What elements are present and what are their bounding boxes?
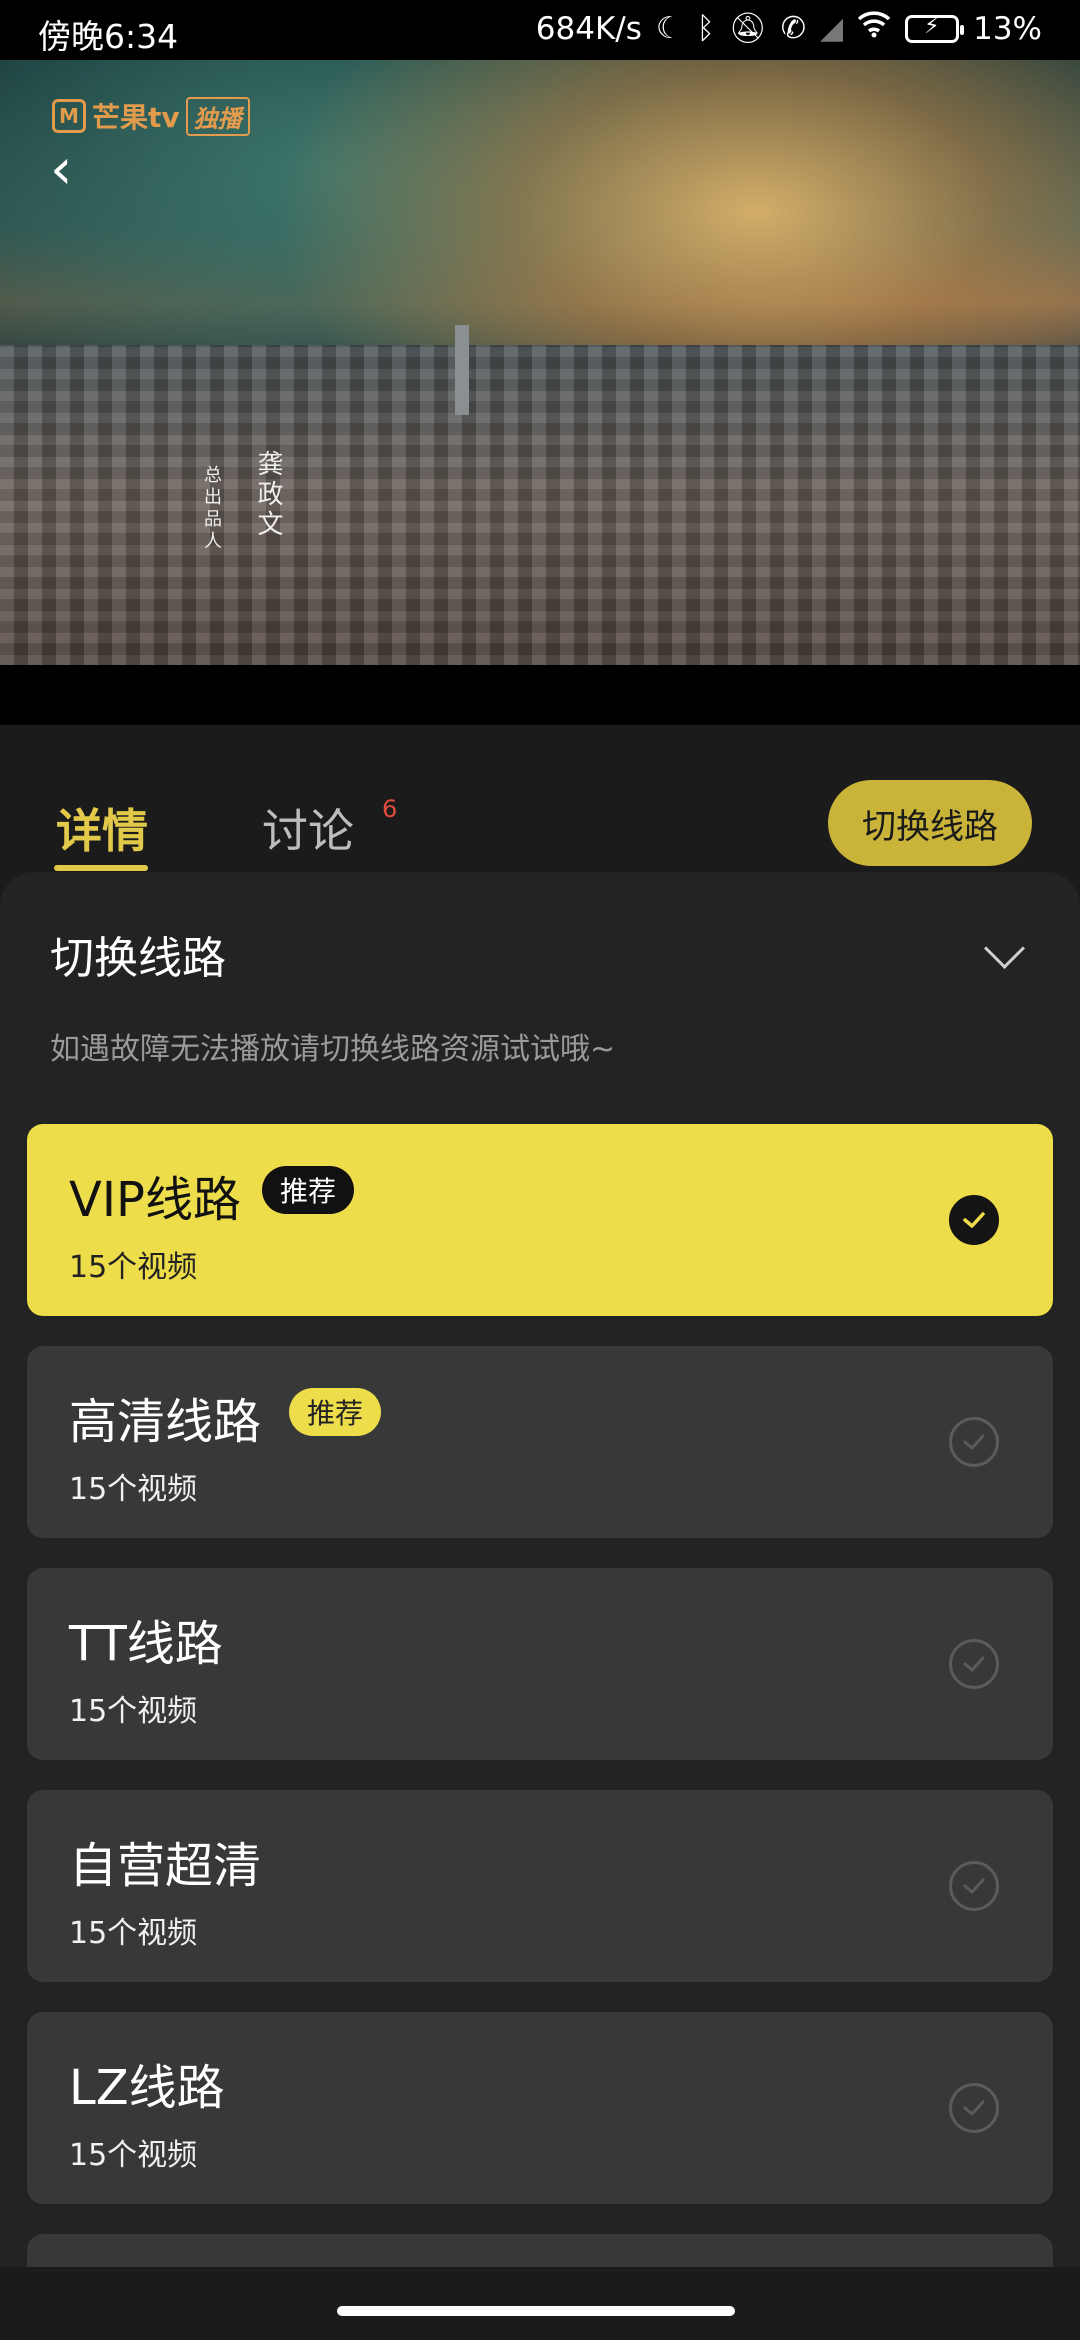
route-name: VIP线路 (69, 1172, 241, 1228)
route-item-hd[interactable]: 高清线路 推荐 15个视频 (27, 1346, 1053, 1538)
check-circle-icon (949, 1639, 999, 1689)
route-item-lz[interactable]: LZ线路 15个视频 (27, 2012, 1053, 2204)
route-item-tt[interactable]: TT线路 15个视频 (27, 1568, 1053, 1760)
video-player[interactable]: M 芒果tv 独播 ‹ 总出品人 龚政文 (0, 60, 1080, 665)
system-nav-bar (0, 2268, 1080, 2340)
route-video-count: 15个视频 (69, 1250, 198, 1285)
status-time: 傍晚6:34 (38, 17, 179, 56)
home-indicator[interactable] (337, 2306, 735, 2316)
wifi-icon (857, 10, 891, 47)
route-video-count: 15个视频 (69, 1472, 198, 1507)
signal-icon: ◢ (820, 10, 844, 46)
mango-tv-logo: M 芒果tv 独播 (52, 96, 250, 136)
check-circle-icon (949, 1195, 999, 1245)
check-circle-icon (949, 2083, 999, 2133)
status-icons: 684K/s ☾ ᛒ 🔕︎ ✆ ◢ ⚡︎ 13% (536, 10, 1042, 47)
sheet-hint: 如遇故障无法播放请切换线路资源试试哦~ (50, 1032, 616, 1067)
battery-icon: ⚡︎ (905, 14, 965, 43)
bluetooth-icon: ᛒ (696, 10, 715, 46)
route-video-count: 15个视频 (69, 1694, 198, 1729)
video-frame-city (0, 345, 1080, 665)
back-button[interactable]: ‹ (50, 140, 90, 200)
status-bar: 傍晚6:34 684K/s ☾ ᛒ 🔕︎ ✆ ◢ ⚡︎ 13% (0, 0, 1080, 60)
network-speed: 684K/s (535, 10, 642, 47)
call-icon: ✆ (780, 10, 807, 46)
discussion-count-badge: 6 (382, 795, 398, 823)
mute-icon: 🔕︎ (728, 10, 767, 46)
chevron-down-icon[interactable] (983, 927, 1026, 970)
video-frame-tower (455, 325, 469, 415)
route-name: 高清线路 (69, 1394, 262, 1450)
route-item-partial[interactable] (27, 2234, 1053, 2267)
video-bottom-bar (0, 665, 1080, 725)
route-name: TT线路 (69, 1616, 223, 1672)
route-video-count: 15个视频 (69, 1916, 198, 1951)
tab-discussion[interactable]: 讨论 (262, 795, 354, 861)
battery-level: 13% (973, 10, 1042, 47)
sheet-title: 切换线路 (50, 933, 226, 984)
switch-route-button[interactable]: 切换线路 (828, 780, 1032, 866)
route-video-count: 15个视频 (69, 2138, 198, 2173)
recommended-badge: 推荐 (262, 1166, 355, 1214)
route-item-vip[interactable]: VIP线路 推荐 15个视频 (27, 1124, 1053, 1316)
recommended-badge: 推荐 (289, 1388, 382, 1436)
check-circle-icon (949, 1417, 999, 1467)
switch-route-sheet: 切换线路 如遇故障无法播放请切换线路资源试试哦~ VIP线路 推荐 15个视频 … (0, 872, 1080, 2267)
logo-text: 芒果tv (92, 101, 180, 134)
credit-role: 总出品人 (201, 465, 222, 553)
logo-badge: 独播 (185, 96, 250, 136)
route-name: LZ线路 (69, 2060, 225, 2116)
tab-details[interactable]: 详情 (56, 795, 148, 861)
moon-icon: ☾ (655, 10, 683, 46)
route-name: 自营超清 (69, 1838, 262, 1894)
mango-logo-icon: M (52, 99, 86, 133)
tab-indicator (54, 865, 148, 871)
route-item-self-hd[interactable]: 自营超清 15个视频 (27, 1790, 1053, 1982)
check-circle-icon (949, 1861, 999, 1911)
credit-name: 龚政文 (253, 450, 283, 540)
